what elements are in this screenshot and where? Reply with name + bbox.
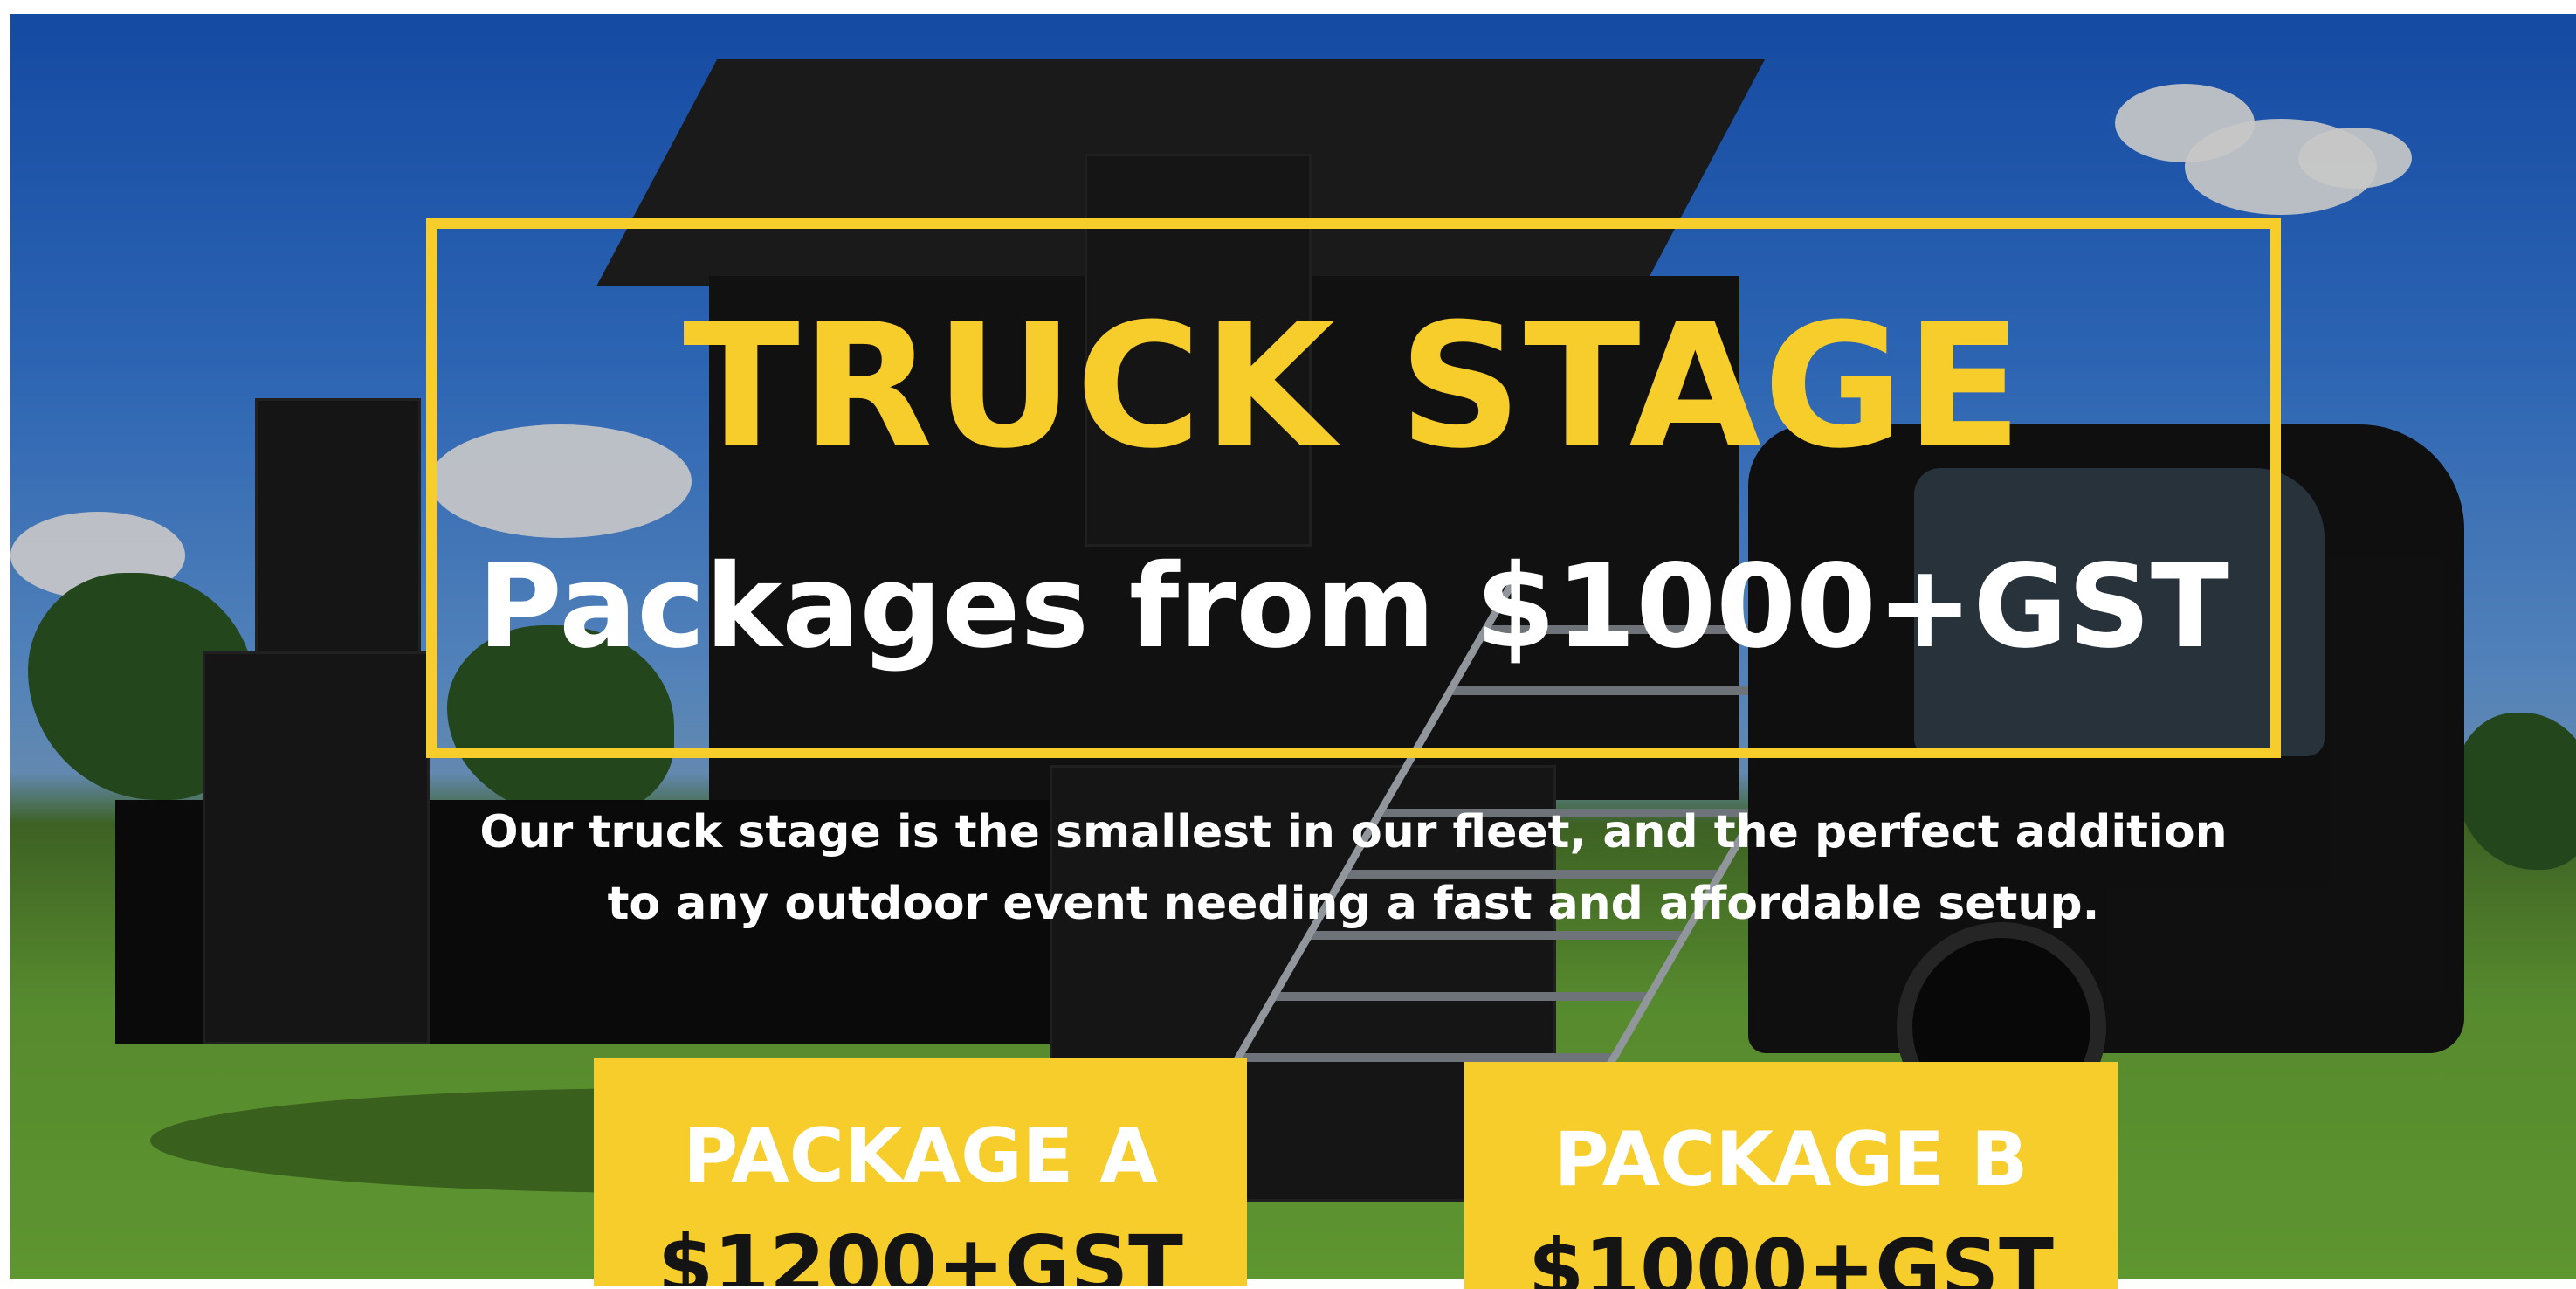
package-a-card[interactable]: PACKAGE A $1200+GST — [594, 1058, 1247, 1286]
package-a-name: PACKAGE A — [683, 1113, 1158, 1200]
package-a-price: $1200+GST — [658, 1218, 1183, 1286]
page-title: TRUCK STAGE — [683, 287, 2024, 486]
package-b-card[interactable]: PACKAGE B $1000+GST — [1464, 1062, 2118, 1289]
hero-description: Our truck stage is the smallest in our f… — [479, 806, 2228, 930]
package-b-name: PACKAGE B — [1553, 1116, 2028, 1203]
package-b-price: $1000+GST — [1528, 1222, 2054, 1289]
price-subtitle: Packages from $1000+GST — [478, 540, 2229, 674]
